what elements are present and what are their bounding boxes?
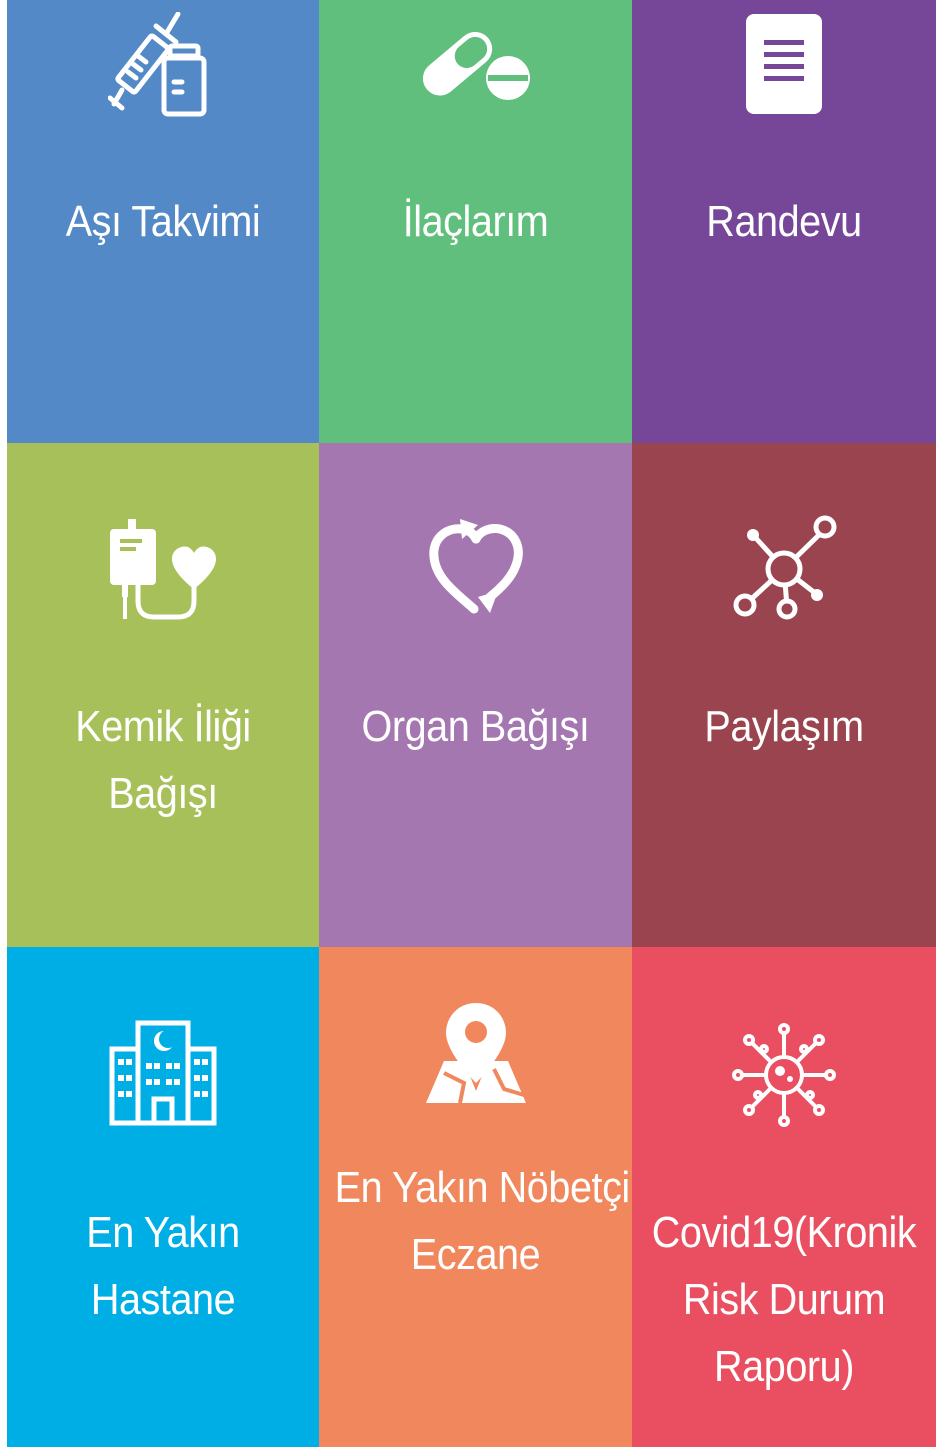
tile-asi-takvimi[interactable]: Aşı Takvimi: [7, 0, 319, 443]
tile-label: Kemik İliği Bağışı: [23, 693, 304, 827]
document-icon: [746, 14, 822, 114]
tile-kemik-iligi-bagisi[interactable]: Kemik İliği Bağışı: [7, 443, 319, 947]
tile-label-line: Risk Durum: [682, 1275, 886, 1324]
pills-icon: [422, 31, 530, 100]
tile-ilaclarim[interactable]: İlaçlarım: [319, 0, 632, 443]
tile-label-line: Eczane: [410, 1230, 541, 1279]
tile-organ-bagisi[interactable]: Organ Bağışı: [319, 443, 632, 947]
tile-label-line: Organ Bağışı: [361, 702, 590, 751]
tile-label-line: En Yakın Nöbetçi: [334, 1163, 631, 1212]
tile-label-line: Aşı Takvimi: [65, 197, 261, 246]
network-share-icon: [733, 515, 837, 620]
tile-label-line: Raporu): [714, 1342, 854, 1391]
tile-label: En Yakın Hastane: [23, 1199, 304, 1333]
tile-label-line: Bağışı: [108, 769, 218, 818]
tile-paylasim[interactable]: Paylaşım: [632, 443, 936, 947]
tile-label: Aşı Takvimi: [23, 188, 304, 255]
tile-label-line: Randevu: [706, 197, 862, 246]
vaccine-icon: [108, 12, 207, 117]
tile-label-line: İlaçlarım: [402, 197, 549, 246]
heart-cycle-icon: [428, 519, 523, 614]
tile-label-line: En Yakın: [86, 1208, 240, 1257]
tile-label: Paylaşım: [647, 693, 921, 760]
tile-label-line: Covid19(Kronik: [651, 1208, 917, 1257]
virus-icon: [732, 1023, 836, 1127]
tile-label: Randevu: [647, 188, 921, 255]
tile-label-line: Kemik İliği: [75, 702, 251, 751]
tile-label: En Yakın Nöbetçi Eczane: [334, 1154, 631, 1288]
menu-grid: Aşı Takvimi İlaçlarım Randevu Kemik İliğ…: [7, 0, 936, 1447]
tile-en-yakin-hastane[interactable]: En Yakın Hastane: [7, 947, 319, 1447]
tile-randevu[interactable]: Randevu: [632, 0, 936, 443]
tile-label: İlaçlarım: [335, 188, 617, 255]
hospital-icon: [109, 1020, 217, 1126]
map-pin-icon: [425, 1003, 526, 1104]
tile-label: Covid19(Kronik Risk Durum Raporu): [647, 1199, 921, 1400]
tile-en-yakin-nobetci-eczane[interactable]: En Yakın Nöbetçi Eczane: [319, 947, 632, 1447]
tile-label: Organ Bağışı: [335, 693, 617, 760]
tile-label-line: Paylaşım: [704, 702, 864, 751]
blood-bag-heart-icon: [110, 519, 216, 620]
tile-label-line: Hastane: [90, 1275, 236, 1324]
tile-covid19-kronik-risk[interactable]: Covid19(Kronik Risk Durum Raporu): [632, 947, 936, 1447]
